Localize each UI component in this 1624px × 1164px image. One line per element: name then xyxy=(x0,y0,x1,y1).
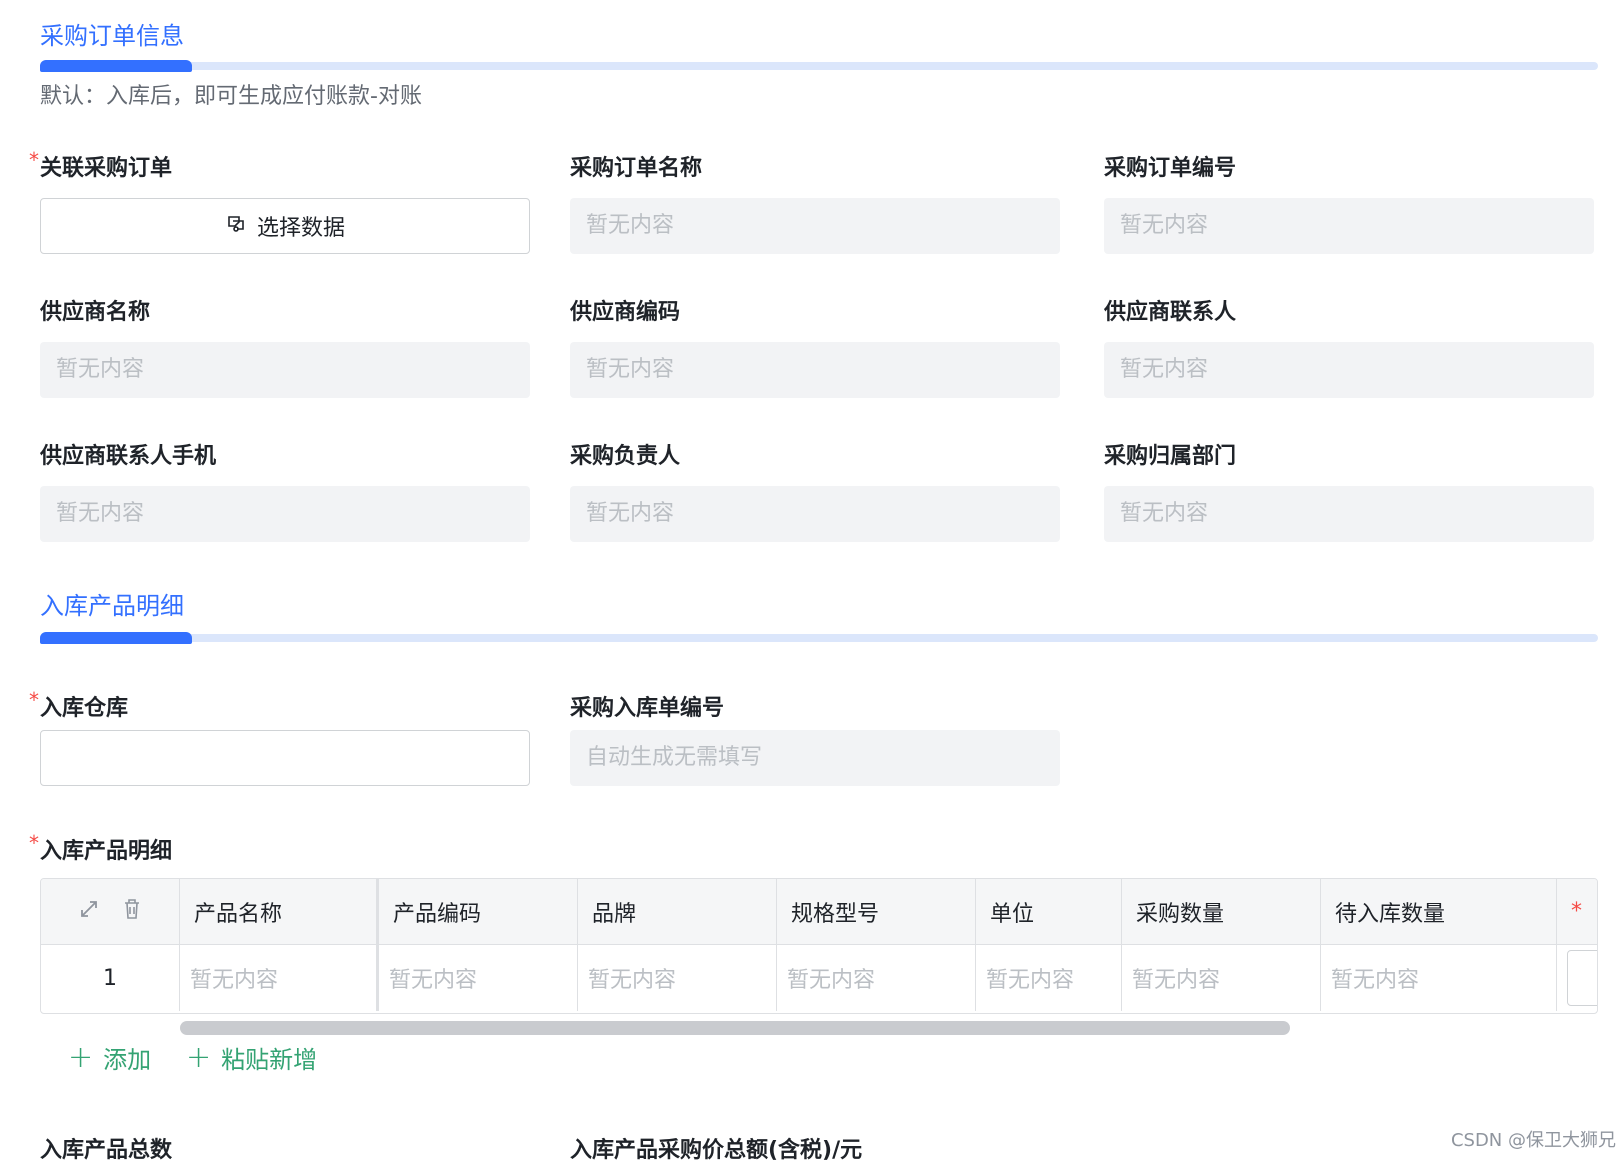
section-hint: 默认：入库后，即可生成应付账款-对账 xyxy=(40,84,422,109)
supplier-contact-field: 暂无内容 xyxy=(1104,342,1594,398)
paste-add-button[interactable]: + 粘贴新增 xyxy=(186,1040,317,1075)
product-detail-table: 产品名称 产品编码 品牌 规格型号 单位 采购数量 待入库数量 * 1 暂无内容… xyxy=(40,878,1598,1014)
paste-add-label: 粘贴新增 xyxy=(221,1046,318,1074)
select-data-icon xyxy=(225,212,247,240)
table-cell[interactable]: 暂无内容 xyxy=(180,945,379,1011)
related-po-label: * 关联采购订单 xyxy=(29,148,173,182)
row-input[interactable] xyxy=(1567,950,1597,1006)
table-header-cell: 单位 xyxy=(976,879,1122,944)
trash-icon[interactable] xyxy=(122,898,142,926)
total-amount-label: 入库产品采购价总额(含税)/元 xyxy=(570,1138,863,1163)
add-row-button[interactable]: + 添加 xyxy=(68,1040,151,1075)
supplier-code-label: 供应商编码 xyxy=(570,300,681,325)
section-divider-active xyxy=(40,60,192,72)
required-mark: * xyxy=(29,688,39,712)
required-mark: * xyxy=(29,831,39,855)
inbound-code-field: 自动生成无需填写 xyxy=(570,730,1060,786)
inbound-code-label: 采购入库单编号 xyxy=(570,696,725,721)
supplier-name-label: 供应商名称 xyxy=(40,300,151,325)
section-title-purchase-order: 采购订单信息 xyxy=(40,22,184,50)
warehouse-label: * 入库仓库 xyxy=(29,688,129,722)
row-index: 1 xyxy=(41,945,180,1011)
po-owner-field: 暂无内容 xyxy=(570,486,1060,542)
table-horizontal-scrollbar[interactable] xyxy=(180,1021,1290,1035)
section-divider-active xyxy=(40,632,192,644)
select-data-label: 选择数据 xyxy=(256,216,345,241)
table-header-row: 产品名称 产品编码 品牌 规格型号 单位 采购数量 待入库数量 * xyxy=(41,879,1597,945)
plus-icon: + xyxy=(186,1039,212,1075)
po-dept-field: 暂无内容 xyxy=(1104,486,1594,542)
supplier-code-field: 暂无内容 xyxy=(570,342,1060,398)
po-owner-label: 采购负责人 xyxy=(570,444,681,469)
watermark: CSDN @保卫大狮兄 xyxy=(1450,1130,1616,1151)
total-count-label: 入库产品总数 xyxy=(40,1138,173,1163)
table-cell[interactable]: 暂无内容 xyxy=(976,945,1122,1011)
select-data-button[interactable]: 选择数据 xyxy=(40,198,530,254)
required-mark: * xyxy=(29,148,39,172)
table-cell[interactable]: 暂无内容 xyxy=(1122,945,1321,1011)
warehouse-input[interactable] xyxy=(40,730,530,786)
related-po-label-text: 关联采购订单 xyxy=(40,156,173,181)
inbound-detail-label-text: 入库产品明细 xyxy=(40,839,173,864)
po-name-label: 采购订单名称 xyxy=(570,156,703,181)
section-title-inbound-detail: 入库产品明细 xyxy=(40,592,184,620)
warehouse-label-text: 入库仓库 xyxy=(40,696,129,721)
po-code-label: 采购订单编号 xyxy=(1104,156,1237,181)
po-dept-label: 采购归属部门 xyxy=(1104,444,1237,469)
add-row-label: 添加 xyxy=(103,1046,152,1074)
table-cell-truncated[interactable] xyxy=(1557,945,1597,1011)
table-cell[interactable]: 暂无内容 xyxy=(379,945,578,1011)
po-code-field: 暂无内容 xyxy=(1104,198,1594,254)
section-divider xyxy=(40,60,1598,72)
table-header-cell: 规格型号 xyxy=(777,879,976,944)
supplier-phone-field: 暂无内容 xyxy=(40,486,530,542)
table-header-cell: 产品编码 xyxy=(379,879,578,944)
section-divider xyxy=(40,632,1598,644)
expand-icon[interactable] xyxy=(78,898,100,926)
inbound-detail-label: * 入库产品明细 xyxy=(29,831,173,865)
table-header-tools xyxy=(41,879,180,944)
supplier-contact-label: 供应商联系人 xyxy=(1104,300,1237,325)
po-name-field: 暂无内容 xyxy=(570,198,1060,254)
table-row: 1 暂无内容 暂无内容 暂无内容 暂无内容 暂无内容 暂无内容 暂无内容 xyxy=(41,945,1597,1011)
supplier-phone-label: 供应商联系人手机 xyxy=(40,444,217,469)
table-header-cell: 待入库数量 xyxy=(1321,879,1557,944)
table-header-cell-truncated: * xyxy=(1571,899,1582,924)
table-cell[interactable]: 暂无内容 xyxy=(578,945,777,1011)
table-header-cell: 品牌 xyxy=(578,879,777,944)
table-cell[interactable]: 暂无内容 xyxy=(1321,945,1557,1011)
table-header-cell: 采购数量 xyxy=(1122,879,1321,944)
supplier-name-field: 暂无内容 xyxy=(40,342,530,398)
table-cell[interactable]: 暂无内容 xyxy=(777,945,976,1011)
table-header-cell: 产品名称 xyxy=(180,879,379,944)
plus-icon: + xyxy=(68,1039,94,1075)
